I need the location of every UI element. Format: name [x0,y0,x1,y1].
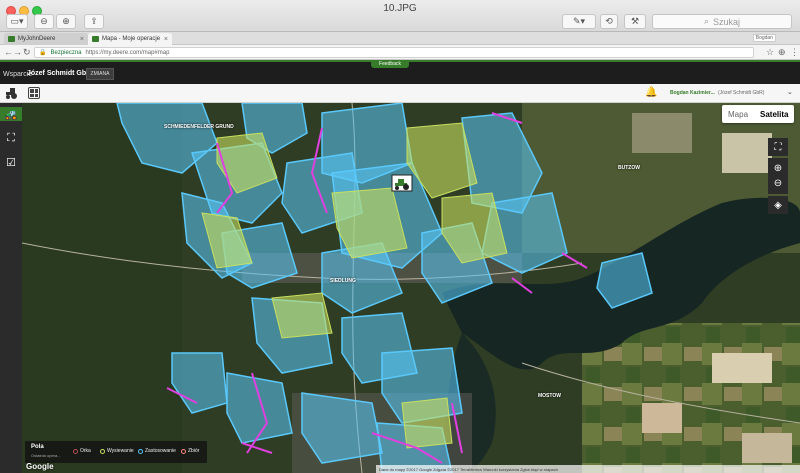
menu-icon[interactable]: ⋮ [790,47,799,58]
left-sidebar: 🚜 ⛶ ☑ [0,103,22,473]
change-org-button[interactable]: ZMIANA [86,68,114,80]
app-header: Feedback Wsparcie Józef Schmidt GbR ZMIA… [0,60,800,84]
profile-badge[interactable]: Bogdan [752,34,776,42]
markup-icon[interactable]: ✎▾ [562,14,596,29]
map-type-toggle: Mapa Satelita [722,105,795,123]
tab-myjohndeere[interactable]: MyJohnDeere × [4,33,88,45]
app-toolbar: 🔔 Bogdan Kazimier... (Józef Schmidt GbR)… [0,84,800,103]
legend-dot-icon [100,448,105,454]
chevron-down-icon[interactable]: ⌄ [787,88,793,96]
back-icon[interactable]: ← [4,47,13,57]
extension-icon[interactable]: ⊕ [778,47,786,58]
sidebar-item-boundaries[interactable]: ⛶ [3,131,19,145]
layers-icon[interactable]: ◈ [768,196,788,214]
boundary-icon: ⛶ [7,131,15,144]
checklist-icon: ☑ [6,156,16,169]
tractor-icon: 🚜 [4,108,18,121]
viewer-titlebar: 10.JPG ▭▾ ⊖ ⊕ ⇪ ✎▾ ⟲ ⚒ ⌕ Szukaj [0,0,800,32]
legend-dot-icon [181,448,186,454]
sidebar-item-equipment[interactable]: 🚜 [0,107,22,121]
close-tab-icon[interactable]: × [164,36,168,43]
viewer-search-field[interactable]: ⌕ Szukaj [652,14,792,29]
browser-tab-strip: MyJohnDeere × Mapa - Moje operacje × Bog… [0,32,800,45]
map-attribution[interactable]: Dane do mapy ©2017 Google Zdjęcia ©2017 … [376,465,800,473]
satellite-map[interactable]: SCHMIEDENFELDER GRUND SIEDLUNG BUTZOW MO… [22,103,800,473]
place-label: SCHMIEDENFELDER GRUND [164,124,234,130]
reload-icon[interactable]: ↻ [23,47,31,58]
viewer-title: 10.JPG [383,3,417,14]
place-label: MOSTOW [538,393,561,399]
legend-dot-icon [138,448,143,454]
sidebar-toggle-icon[interactable]: ▭▾ [6,14,28,29]
search-icon: ⌕ [703,16,710,26]
machine-location-marker[interactable] [391,174,413,192]
lock-icon: 🔒 [39,50,47,56]
feedback-tab[interactable]: Feedback [371,60,409,68]
user-organization: (Józef Schmidt GbR) [718,90,765,96]
tab-mapa[interactable]: Mapa - Moje operacje × [88,33,172,45]
map-legend: Pola Ostatnia opera... Orka Wysiewanie Z… [25,441,207,463]
zoom-in-viewer-icon[interactable]: ⊕ [56,14,76,29]
toolbox-icon[interactable]: ⚒ [624,14,646,29]
zoom-controls: ⊕ ⊖ [768,158,788,194]
user-name[interactable]: Bogdan Kazimier... [670,90,715,96]
organization-name: Józef Schmidt GbR [27,70,92,77]
fullscreen-icon[interactable]: ⛶ [768,138,788,156]
map-type-satelita[interactable]: Satelita [754,105,794,123]
place-label: SIEDLUNG [330,278,356,284]
legend-item[interactable]: Zastosowanie [138,448,176,454]
apps-grid-icon[interactable] [28,87,40,99]
legend-item[interactable]: Orka [73,448,91,454]
tractor-icon[interactable] [5,86,19,100]
forward-icon[interactable]: → [13,47,22,57]
legend-item[interactable]: Wysiewanie [100,448,134,454]
legend-subtitle: Ostatnia opera... [31,453,61,458]
google-logo: Google [26,462,54,471]
url-field[interactable]: 🔒 Bezpieczna https://my.deere.com/map#ma… [34,47,754,58]
notification-bell-icon[interactable]: 🔔 [645,87,657,98]
share-icon[interactable]: ⇪ [84,14,104,29]
address-bar: ← → ↻ 🔒 Bezpieczna https://my.deere.com/… [0,45,800,60]
map-type-mapa[interactable]: Mapa [722,105,754,123]
legend-title: Pola [31,444,44,450]
close-tab-icon[interactable]: × [80,36,84,43]
legend-item[interactable]: Zbiór [181,448,199,454]
zoom-out-icon[interactable]: ⊖ [774,178,782,189]
legend-dot-icon [73,448,78,454]
sidebar-item-tasks[interactable]: ☑ [3,155,19,169]
bookmark-star-icon[interactable]: ☆ [766,47,774,58]
zoom-in-icon[interactable]: ⊕ [774,163,782,174]
deere-favicon-icon [8,36,15,42]
place-label: BUTZOW [618,165,640,171]
deere-favicon-icon [92,36,99,42]
zoom-out-viewer-icon[interactable]: ⊖ [34,14,54,29]
rotate-icon[interactable]: ⟲ [600,14,618,29]
